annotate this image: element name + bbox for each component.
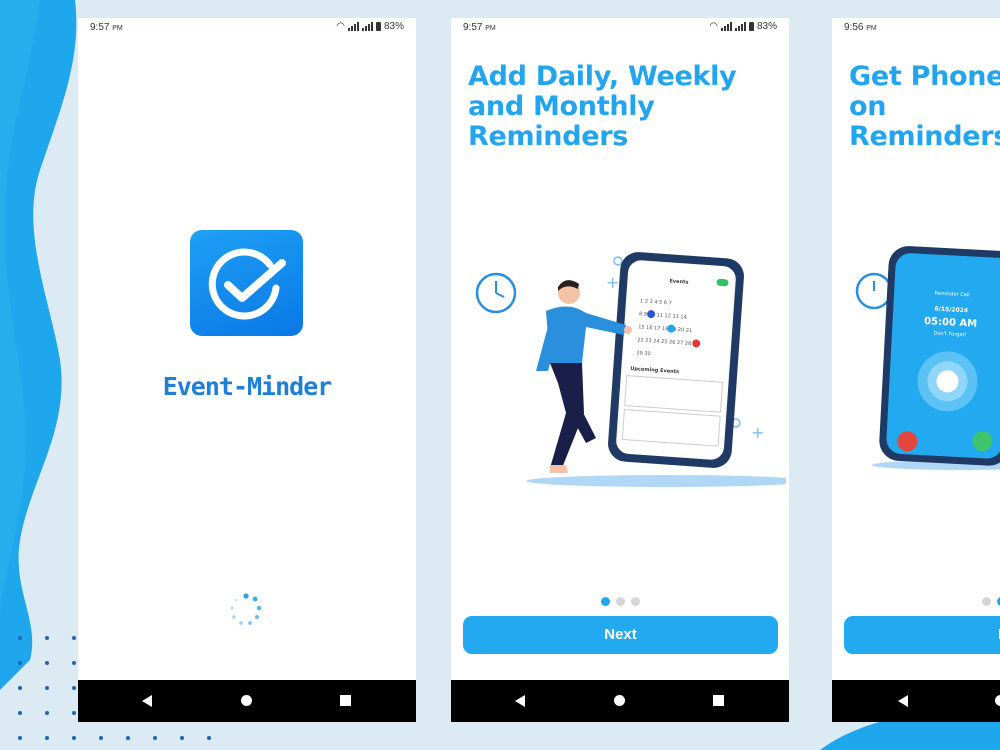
man-pointing-at-calendar-phone: + + Events 1 2 3 4 5 6 7 8 9 10 11 12 13… (475, 252, 786, 487)
onboarding-title: Add Daily, Weekly and Monthly Reminders (468, 61, 737, 152)
app-name: Event-Minder (162, 372, 333, 401)
status-time: 9:57 PM (463, 22, 496, 33)
onboarding-title: Get Phone on Reminders (849, 61, 1000, 152)
decorative-dot (18, 711, 22, 715)
page-indicator (982, 597, 1000, 606)
page-indicator (601, 597, 640, 606)
spinner-icon (230, 593, 262, 625)
wifi-icon: ◠ (709, 21, 718, 32)
system-nav-bar (832, 680, 1000, 722)
page-dot (616, 597, 625, 606)
decorative-dot (153, 736, 157, 740)
decorative-dot (207, 736, 211, 740)
page-dot-active (601, 597, 610, 606)
decorative-dot (72, 661, 76, 665)
status-bar: 9:56 PM (832, 18, 1000, 38)
page-dot (631, 597, 640, 606)
back-triangle-icon[interactable] (515, 695, 525, 707)
status-icons: ◠ 83% (709, 21, 777, 32)
next-button[interactable]: Next (463, 616, 778, 654)
check-circle-icon (190, 230, 303, 336)
back-triangle-icon[interactable] (142, 695, 152, 707)
signal-icon (347, 22, 359, 31)
onboarding-screen-reminders: 9:57 PM ◠ 83% Add Daily, Weekly and Mont… (451, 18, 789, 722)
system-nav-bar (451, 680, 789, 722)
decorative-dot (18, 636, 22, 640)
signal-icon (720, 22, 732, 31)
decorative-dot (45, 711, 49, 715)
decorative-dot (99, 736, 103, 740)
decorative-dot (18, 686, 22, 690)
decorative-dot (72, 636, 76, 640)
signal-icon (734, 22, 746, 31)
decorative-dot (45, 686, 49, 690)
decorative-dot (72, 736, 76, 740)
status-time: 9:56 PM (844, 22, 877, 33)
decorative-dot (18, 736, 22, 740)
home-circle-icon[interactable] (241, 695, 252, 706)
battery-level: 83% (756, 21, 777, 32)
decorative-dot (180, 736, 184, 740)
recent-square-icon[interactable] (340, 695, 351, 706)
next-button[interactable]: Ne (844, 616, 1000, 654)
recent-square-icon[interactable] (713, 695, 724, 706)
status-time: 9:57 PM (90, 22, 123, 33)
decorative-dot (72, 711, 76, 715)
onboarding-screen-phone-reminders: 9:56 PM Get Phone on Reminders Reminder … (832, 18, 1000, 722)
wifi-icon: ◠ (336, 21, 345, 32)
svg-text:+: + (751, 423, 764, 442)
decorative-dot (72, 686, 76, 690)
svg-text:+: + (606, 273, 619, 292)
svg-text:29 30: 29 30 (636, 350, 651, 357)
home-circle-icon[interactable] (995, 695, 1000, 706)
battery-icon (748, 22, 754, 31)
page-dot (982, 597, 991, 606)
back-triangle-icon[interactable] (898, 695, 908, 707)
battery-icon (375, 22, 381, 31)
decorative-dot (45, 736, 49, 740)
status-bar: 9:57 PM ◠ 83% (78, 18, 416, 38)
decorative-dot (45, 636, 49, 640)
system-nav-bar (78, 680, 416, 722)
splash-screen: 9:57 PM ◠ 83% Event-Minder (78, 18, 416, 722)
phone-incoming-call: Reminder Call 6/15/2024 05:00 AM Don't F… (855, 246, 1000, 470)
home-circle-icon[interactable] (614, 695, 625, 706)
signal-icon (361, 22, 373, 31)
decorative-dot (126, 736, 130, 740)
decorative-dot (18, 661, 22, 665)
status-icons: ◠ 83% (336, 21, 404, 32)
status-bar: 9:57 PM ◠ 83% (451, 18, 789, 38)
battery-level: 83% (383, 21, 404, 32)
decorative-dot (45, 661, 49, 665)
